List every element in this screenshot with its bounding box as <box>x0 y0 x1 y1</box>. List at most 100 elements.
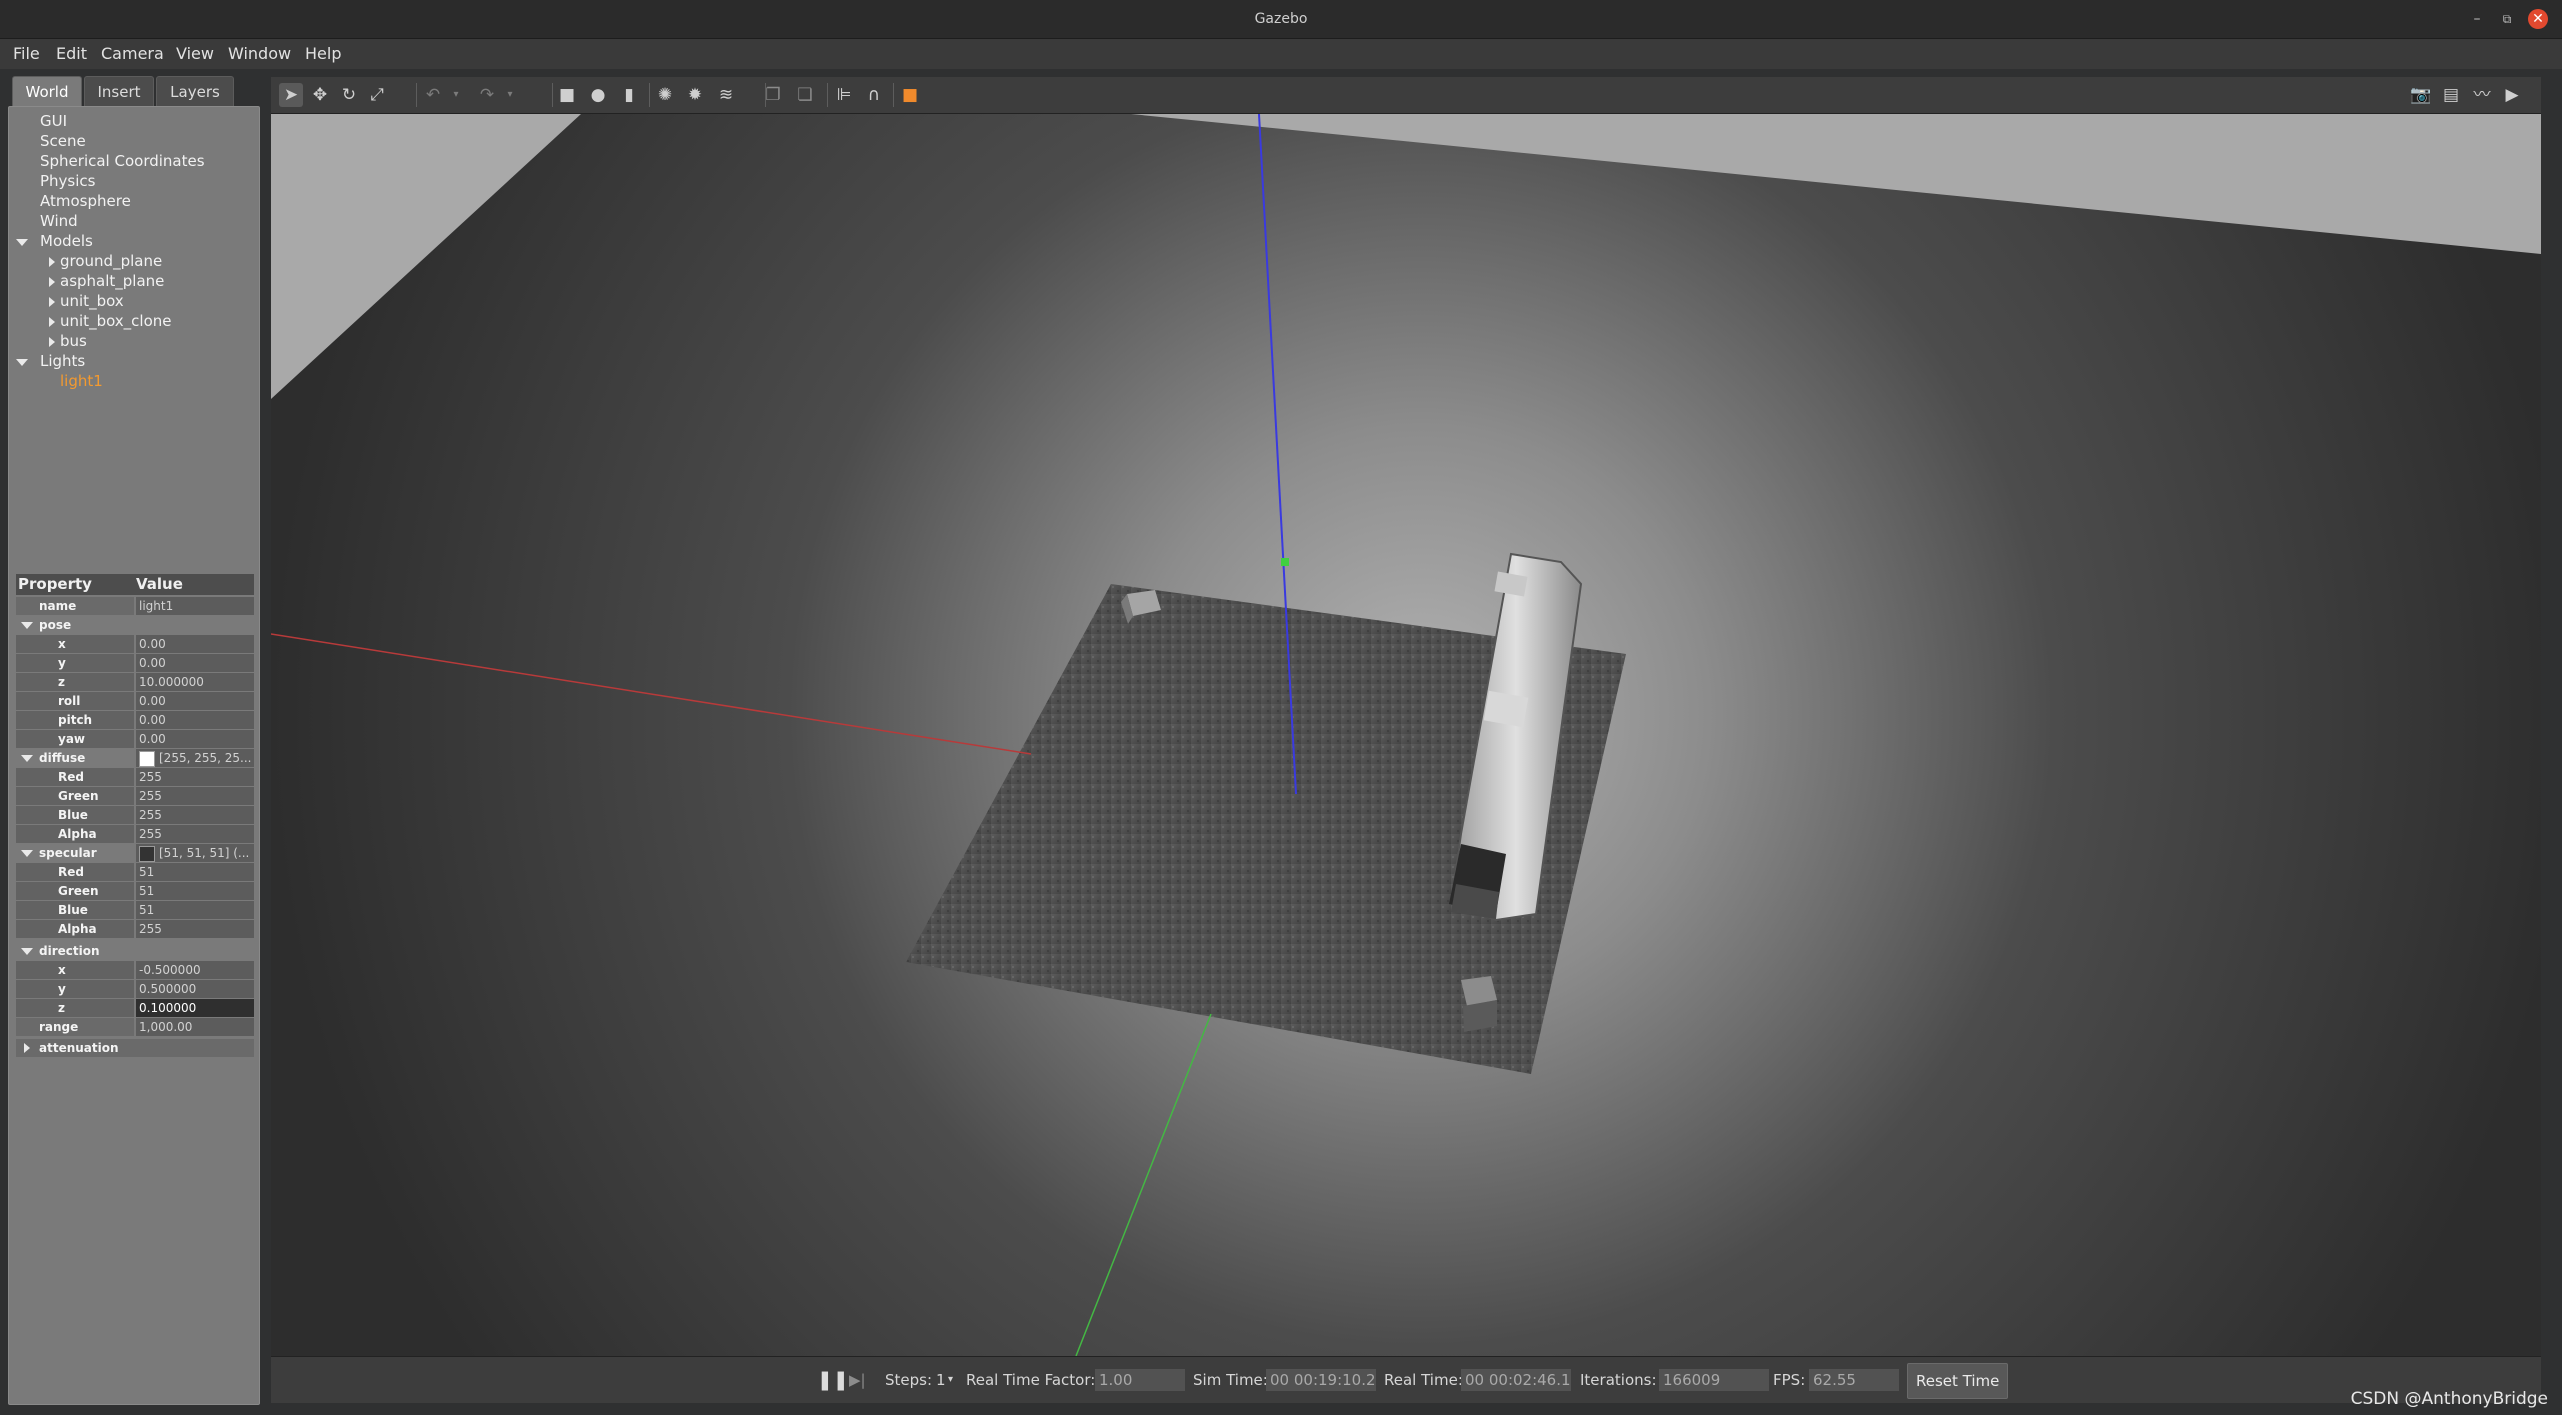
menu-window[interactable]: Window <box>228 39 291 69</box>
tree-item-spherical-coordinates[interactable]: Spherical Coordinates <box>40 152 205 170</box>
undo-icon[interactable]: ↶ <box>421 83 445 107</box>
property-value[interactable]: 255 <box>136 806 254 824</box>
expand-arrow-icon[interactable] <box>16 239 28 246</box>
translate-icon[interactable]: ✥ <box>308 83 332 107</box>
tree-item-physics[interactable]: Physics <box>40 172 95 190</box>
expand-arrow-icon[interactable] <box>16 359 28 366</box>
chevron-down-icon[interactable]: ▾ <box>444 83 468 107</box>
tab-world[interactable]: World <box>12 76 82 107</box>
snap-magnet-icon[interactable]: ∩ <box>862 83 886 107</box>
menu-file[interactable]: File <box>13 39 40 69</box>
paste-icon[interactable]: ❏ <box>793 83 817 107</box>
menu-help[interactable]: Help <box>305 39 341 69</box>
tree-item-model[interactable]: unit_box <box>60 292 124 310</box>
chevron-down-icon[interactable]: ▾ <box>498 83 522 107</box>
property-value[interactable]: 1,000.00 <box>136 1018 254 1036</box>
steps-value[interactable]: 1 <box>936 1357 946 1403</box>
tree-item-light-selected[interactable]: light1 <box>60 372 103 390</box>
tree-item-gui[interactable]: GUI <box>40 112 67 130</box>
collapse-arrow-icon[interactable] <box>49 297 55 307</box>
scene-viewport[interactable] <box>271 114 2541 1356</box>
collapse-arrow-icon[interactable] <box>49 317 55 327</box>
tree-item-model[interactable]: ground_plane <box>60 252 162 270</box>
property-value[interactable]: 255 <box>136 825 254 843</box>
property-value[interactable]: 255 <box>136 787 254 805</box>
expand-arrow-icon[interactable] <box>21 622 33 629</box>
chevron-down-icon[interactable]: ▾ <box>948 1357 953 1403</box>
property-value[interactable]: 10.000000 <box>136 673 254 691</box>
property-value[interactable]: 255 <box>136 768 254 786</box>
tree-item-model[interactable]: asphalt_plane <box>60 272 164 290</box>
property-row-alpha: Alpha 255 <box>16 825 254 843</box>
property-value[interactable]: 0.00 <box>136 635 254 653</box>
property-value[interactable]: 51 <box>136 863 254 881</box>
tree-item-models[interactable]: Models <box>40 232 93 250</box>
tree-item-model[interactable]: bus <box>60 332 87 350</box>
collapse-arrow-icon[interactable] <box>49 337 55 347</box>
expand-arrow-icon[interactable] <box>21 948 33 955</box>
steps-label: Steps: <box>885 1371 933 1389</box>
sphere-shape-icon[interactable]: ● <box>586 83 610 107</box>
tree-item-wind[interactable]: Wind <box>40 212 78 230</box>
rotate-icon[interactable]: ↻ <box>337 83 361 107</box>
property-value[interactable]: 0.00 <box>136 692 254 710</box>
property-value[interactable]: -0.500000 <box>136 961 254 979</box>
redo-icon[interactable]: ↷ <box>475 83 499 107</box>
minimize-icon[interactable]: – <box>2467 9 2487 29</box>
collapse-arrow-icon[interactable] <box>49 277 55 287</box>
color-swatch[interactable] <box>139 845 155 862</box>
specular-summary[interactable]: [51, 51, 51] (... <box>136 844 254 862</box>
close-icon[interactable]: ✕ <box>2528 9 2548 29</box>
expand-arrow-icon[interactable] <box>21 755 33 762</box>
box-shape-icon[interactable]: ■ <box>555 83 579 107</box>
view-angle-icon[interactable]: ■ <box>898 83 922 107</box>
reset-time-button[interactable]: Reset Time <box>1907 1363 2009 1399</box>
property-group-specular[interactable]: specular [51, 51, 51] (... <box>16 844 254 862</box>
property-value[interactable]: 51 <box>136 882 254 900</box>
directional-light-icon[interactable]: ≋ <box>714 83 738 107</box>
property-value[interactable]: light1 <box>136 597 254 615</box>
step-forward-icon[interactable]: ▶| <box>849 1357 866 1403</box>
video-record-icon[interactable]: ▶ <box>2500 83 2524 107</box>
pause-icon[interactable]: ❚❚ <box>817 1357 849 1403</box>
scale-icon[interactable]: ⤢ <box>365 83 389 107</box>
plot-icon[interactable]: 〰 <box>2470 83 2494 107</box>
diffuse-summary[interactable]: [255, 255, 25... <box>136 749 254 767</box>
menu-view[interactable]: View <box>176 39 214 69</box>
tree-item-atmosphere[interactable]: Atmosphere <box>40 192 131 210</box>
collapse-arrow-icon[interactable] <box>49 257 55 267</box>
screenshot-camera-icon[interactable]: 📷 <box>2409 83 2433 107</box>
tree-item-model[interactable]: unit_box_clone <box>60 312 172 330</box>
toolbar-separator <box>649 83 650 107</box>
menu-camera[interactable]: Camera <box>101 39 164 69</box>
tab-insert[interactable]: Insert <box>84 76 154 107</box>
property-value[interactable]: 0.00 <box>136 654 254 672</box>
property-value-editing[interactable]: 0.100000 <box>136 999 254 1017</box>
point-light-icon[interactable]: ✺ <box>653 83 677 107</box>
property-value[interactable]: 0.500000 <box>136 980 254 998</box>
collapse-arrow-icon[interactable] <box>24 1043 30 1053</box>
property-group-direction[interactable]: direction <box>16 942 254 960</box>
expand-arrow-icon[interactable] <box>21 850 33 857</box>
color-swatch[interactable] <box>139 750 155 767</box>
select-arrow-icon[interactable]: ➤ <box>279 83 303 107</box>
property-group-pose[interactable]: pose <box>16 616 254 634</box>
property-value[interactable]: 51 <box>136 901 254 919</box>
tree-item-lights[interactable]: Lights <box>40 352 85 370</box>
tab-layers[interactable]: Layers <box>156 76 234 107</box>
light-marker[interactable] <box>1281 558 1289 566</box>
tree-item-scene[interactable]: Scene <box>40 132 86 150</box>
property-value[interactable]: 255 <box>136 920 254 938</box>
toolbar-separator <box>827 83 828 107</box>
log-record-icon[interactable]: ▤ <box>2439 83 2463 107</box>
spot-light-icon[interactable]: ✹ <box>683 83 707 107</box>
restore-icon[interactable]: ⧉ <box>2497 9 2517 29</box>
menu-edit[interactable]: Edit <box>56 39 87 69</box>
property-value[interactable]: 0.00 <box>136 730 254 748</box>
property-group-diffuse[interactable]: diffuse [255, 255, 25... <box>16 749 254 767</box>
copy-icon[interactable]: ❐ <box>761 83 785 107</box>
cylinder-shape-icon[interactable]: ▮ <box>617 83 641 107</box>
align-icon[interactable]: ⊫ <box>832 83 856 107</box>
property-group-attenuation[interactable]: attenuation <box>16 1039 254 1057</box>
property-value[interactable]: 0.00 <box>136 711 254 729</box>
